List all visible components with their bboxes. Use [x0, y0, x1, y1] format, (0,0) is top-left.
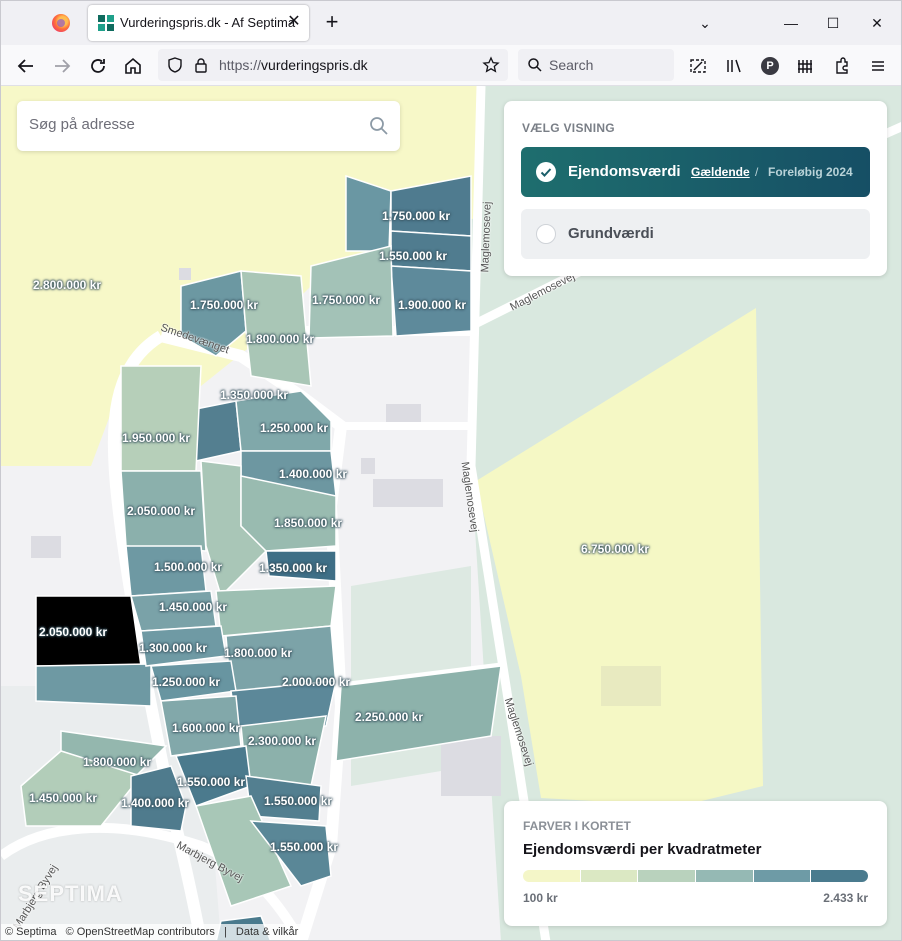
- url-bar[interactable]: https://vurderingspris.dk: [158, 49, 508, 81]
- price-label[interactable]: 1.900.000 kr: [398, 298, 466, 312]
- septima-watermark-logo: SEPTIMA: [18, 881, 123, 906]
- minimize-icon[interactable]: —: [779, 11, 803, 35]
- price-label[interactable]: 1.550.000 kr: [177, 775, 245, 789]
- legend-swatch: [811, 870, 868, 882]
- screenshot-icon[interactable]: [688, 56, 708, 76]
- extensions-puzzle-icon[interactable]: [832, 56, 852, 76]
- nav-bar: https://vurderingspris.dk Search P: [1, 45, 901, 86]
- road-label: Maglemosevej: [479, 201, 494, 273]
- price-label[interactable]: 2.250.000 kr: [355, 710, 423, 724]
- legend-max: 2.433 kr: [823, 891, 868, 905]
- price-label[interactable]: 1.500.000 kr: [154, 560, 222, 574]
- firefox-icon[interactable]: [52, 14, 70, 32]
- legend-min: 100 kr: [523, 891, 558, 905]
- price-label[interactable]: 2.800.000 kr: [33, 278, 101, 292]
- address-search-box: [17, 101, 400, 151]
- map-attribution: © Septima © OpenStreetMap contributors |…: [1, 924, 309, 940]
- close-tab-icon[interactable]: ✕: [284, 12, 304, 32]
- reload-icon[interactable]: [85, 53, 111, 79]
- tab-strip: Vurderingspris.dk - Af Septima ✕ + ⌄ — ☐…: [1, 1, 901, 45]
- browser-window: Vurderingspris.dk - Af Septima ✕ + ⌄ — ☐…: [0, 0, 902, 941]
- legend-title: FARVER I KORTET: [523, 819, 631, 833]
- browser-search-bar[interactable]: Search: [518, 49, 674, 81]
- option-label: Grundværdi: [568, 225, 654, 242]
- address-search-input[interactable]: [29, 116, 349, 133]
- legend-swatch: [523, 870, 581, 882]
- maximize-icon[interactable]: ☐: [821, 11, 845, 35]
- price-label[interactable]: 1.400.000 kr: [121, 796, 189, 810]
- tab-active[interactable]: Vurderingspris.dk - Af Septima ✕: [88, 5, 309, 41]
- price-label[interactable]: 2.050.000 kr: [39, 625, 107, 639]
- view-selector-panel: VÆLG VISNING Ejendomsværdi Gældende / Fo…: [504, 101, 887, 276]
- library-icon[interactable]: [724, 56, 744, 76]
- view-panel-title: VÆLG VISNING: [522, 121, 615, 135]
- price-label[interactable]: 1.250.000 kr: [152, 675, 220, 689]
- price-label[interactable]: 2.000.000 kr: [282, 675, 350, 689]
- shield-icon[interactable]: [166, 56, 184, 74]
- bookmark-star-icon[interactable]: [482, 56, 500, 74]
- attribution-separator: |: [223, 926, 227, 938]
- url-text: https://vurderingspris.dk: [219, 57, 368, 73]
- option-grundvaerdi[interactable]: Grundværdi: [521, 209, 870, 259]
- legend-subtitle: Ejendomsværdi per kvadratmeter: [523, 841, 762, 858]
- back-icon[interactable]: [13, 53, 39, 79]
- option-ejendomsvaerdi[interactable]: Ejendomsværdi Gældende / Foreløbig 2024: [521, 147, 870, 197]
- current-link[interactable]: Gældende: [691, 165, 750, 179]
- legend-color-bar: [523, 870, 868, 882]
- attribution-terms[interactable]: Data & vilkår: [236, 926, 298, 938]
- price-label[interactable]: 1.450.000 kr: [29, 791, 97, 805]
- search-icon: [528, 58, 542, 72]
- price-label[interactable]: 1.450.000 kr: [159, 600, 227, 614]
- price-label[interactable]: 2.050.000 kr: [127, 504, 195, 518]
- legend-swatch: [696, 870, 754, 882]
- menu-hamburger-icon[interactable]: [868, 56, 888, 76]
- legend-swatch: [638, 870, 697, 882]
- price-label[interactable]: 1.950.000 kr: [122, 431, 190, 445]
- lock-icon[interactable]: [192, 56, 210, 74]
- radio-icon: [536, 224, 556, 244]
- price-label[interactable]: 1.550.000 kr: [379, 249, 447, 263]
- price-label[interactable]: 1.550.000 kr: [270, 840, 338, 854]
- price-label[interactable]: 1.800.000 kr: [224, 646, 292, 660]
- price-label[interactable]: 1.750.000 kr: [382, 209, 450, 223]
- price-label[interactable]: 6.750.000 kr: [581, 542, 649, 556]
- legend-swatch: [580, 870, 639, 882]
- close-window-icon[interactable]: ✕: [865, 11, 889, 35]
- map-view[interactable]: Smedevænget Maglemosevej Maglemosevej Ma…: [1, 86, 901, 940]
- check-icon: [536, 162, 556, 182]
- attribution-septima[interactable]: © Septima: [5, 926, 57, 938]
- price-label[interactable]: 1.800.000 kr: [83, 755, 151, 769]
- attribution-osm[interactable]: © OpenStreetMap contributors: [66, 926, 215, 938]
- browser-search-placeholder: Search: [549, 57, 594, 73]
- option-separator: /: [755, 165, 759, 179]
- price-label[interactable]: 2.300.000 kr: [248, 734, 316, 748]
- price-label[interactable]: 1.400.000 kr: [279, 467, 347, 481]
- price-label[interactable]: 1.850.000 kr: [274, 516, 342, 530]
- price-label[interactable]: 1.800.000 kr: [246, 332, 314, 346]
- price-label[interactable]: 1.550.000 kr: [264, 794, 332, 808]
- profile-icon[interactable]: P: [761, 57, 779, 75]
- septima-favicon-icon: [98, 15, 114, 31]
- extension-fence-icon[interactable]: [795, 56, 815, 76]
- new-tab-icon[interactable]: +: [321, 11, 343, 33]
- price-label[interactable]: 1.750.000 kr: [312, 293, 380, 307]
- price-label[interactable]: 1.600.000 kr: [172, 721, 240, 735]
- color-legend: FARVER I KORTET Ejendomsværdi per kvadra…: [504, 801, 887, 926]
- price-label[interactable]: 1.350.000 kr: [220, 388, 288, 402]
- list-tabs-icon[interactable]: ⌄: [693, 11, 717, 35]
- price-label[interactable]: 1.300.000 kr: [139, 641, 207, 655]
- price-label[interactable]: 1.350.000 kr: [259, 561, 327, 575]
- price-label[interactable]: 1.750.000 kr: [190, 298, 258, 312]
- search-icon[interactable]: [369, 116, 389, 136]
- tab-title: Vurderingspris.dk - Af Septima: [120, 15, 296, 30]
- home-icon[interactable]: [120, 53, 146, 79]
- preliminary-link[interactable]: Foreløbig 2024: [768, 165, 853, 179]
- option-label: Ejendomsværdi: [568, 163, 681, 180]
- price-label[interactable]: 1.250.000 kr: [260, 421, 328, 435]
- forward-icon[interactable]: [49, 53, 75, 79]
- legend-swatch: [753, 870, 812, 882]
